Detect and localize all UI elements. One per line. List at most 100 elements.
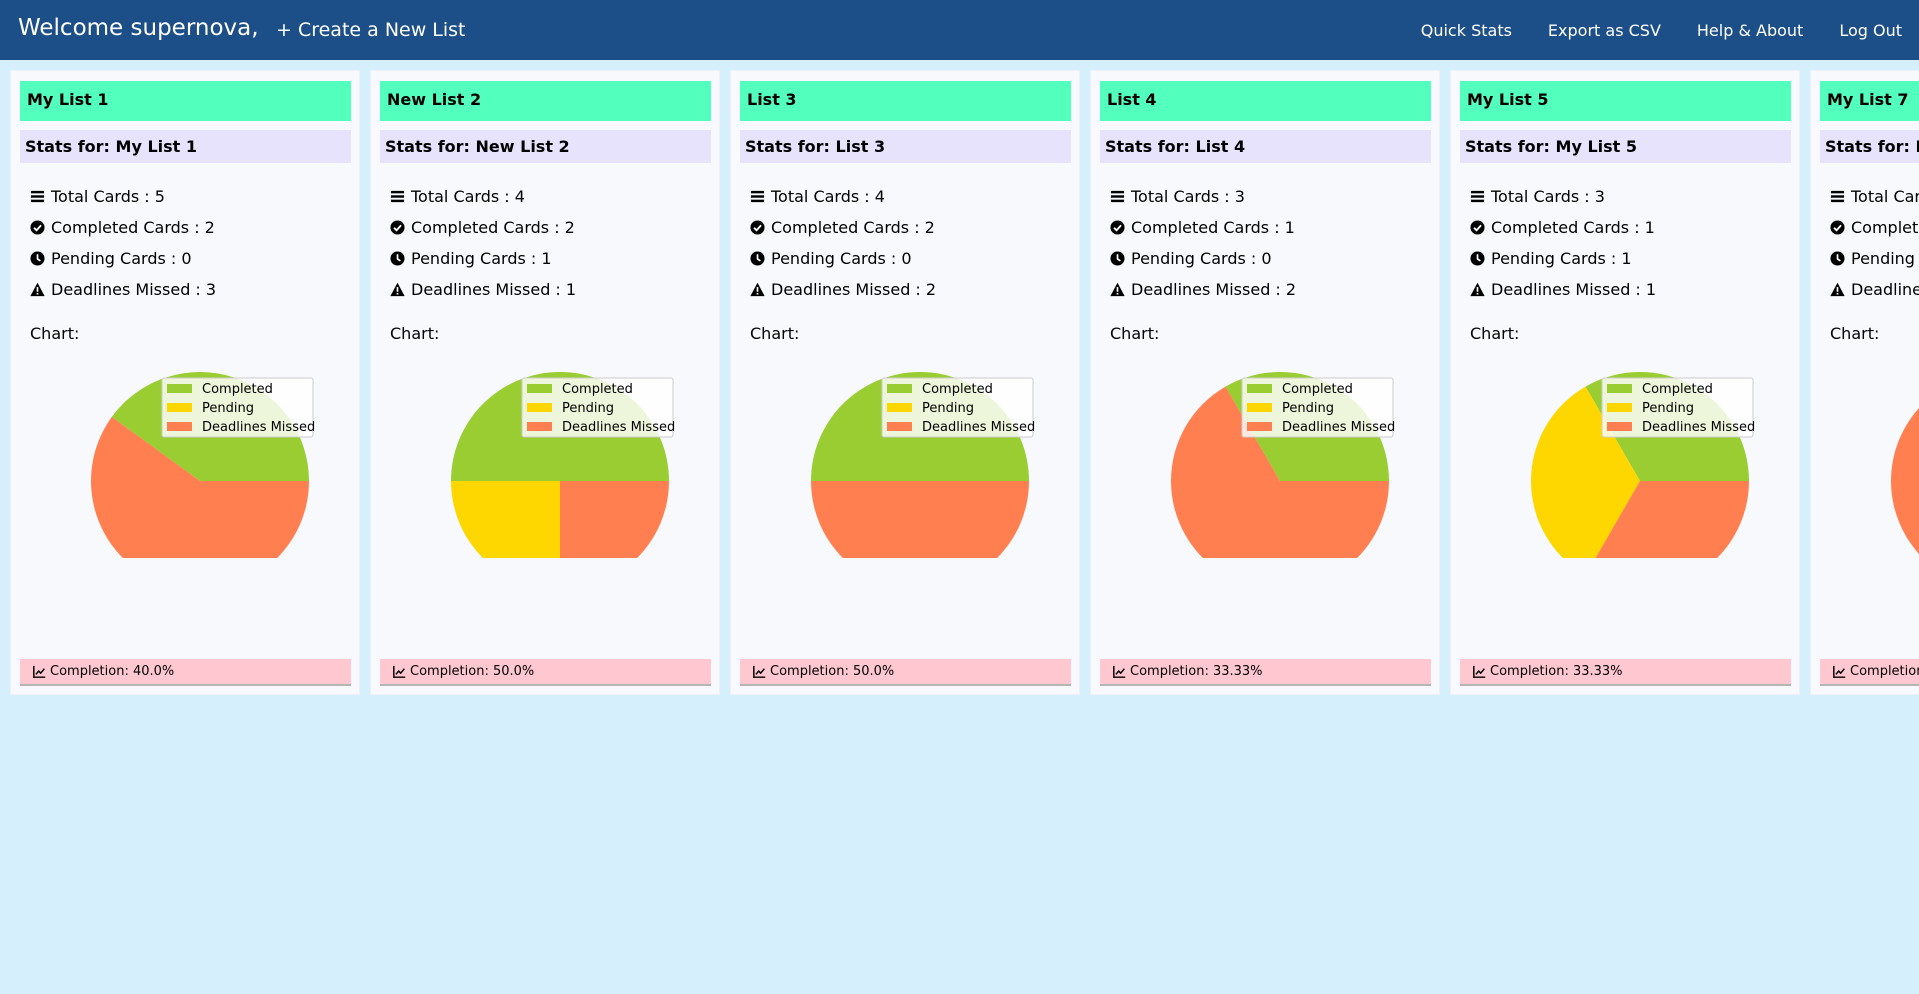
completed-cards-text: Completed Cards : 2: [771, 218, 935, 237]
completion-bar: Completion: 50.0%: [380, 659, 711, 686]
completion-bar: Completion: 33.33%: [1100, 659, 1431, 686]
legend-label-missed: Deadlines Missed: [202, 420, 315, 435]
export-csv-link[interactable]: Export as CSV: [1548, 21, 1661, 40]
deadlines-missed-text: Deadlines Missed : 1: [411, 280, 577, 299]
total-cards-text: Total Cards : 3: [1491, 187, 1605, 206]
list-title[interactable]: List 3: [740, 81, 1071, 121]
list-card-4: List 4 Stats for: List 4 Total Cards : 3…: [1090, 70, 1440, 695]
chart-label: Chart:: [1110, 324, 1160, 343]
legend-swatch-completed: [887, 384, 912, 393]
pending-cards-row: Pending Cards : 0: [30, 249, 192, 268]
chart-legend: Completed Pending Deadlines Missed: [161, 377, 315, 438]
list-card-5: My List 5 Stats for: My List 5 Total Car…: [1450, 70, 1800, 695]
legend-swatch-pending: [887, 403, 912, 412]
legend-label-pending: Pending: [562, 401, 614, 416]
check-circle-icon: [1830, 220, 1845, 235]
legend-label-pending: Pending: [1642, 401, 1694, 416]
pie-chart-svg: Completed Pending Deadlines Missed: [451, 372, 675, 590]
total-cards-row: Total Cards : 3: [1470, 187, 1605, 206]
deadlines-missed-row: Deadlines Missed : 1: [1470, 280, 1656, 299]
pie-chart-svg: Completed Pending Deadlines Missed: [1171, 372, 1395, 590]
list-icon: [750, 190, 765, 203]
pie-chart-svg: Completed Pending Deadlines Missed: [1531, 372, 1755, 590]
log-out-link[interactable]: Log Out: [1839, 21, 1902, 40]
stats-heading: Stats for: New List 2: [380, 130, 711, 163]
welcome-text: Welcome supernova,: [18, 15, 259, 41]
completed-cards-row: Completed Cards : 2: [750, 218, 935, 237]
line-chart-icon: [1473, 665, 1486, 678]
list-title[interactable]: My List 7: [1820, 81, 1919, 121]
completed-cards-row: Completed Cards : 2: [30, 218, 215, 237]
completed-cards-row: Completed Cards : 1: [1110, 218, 1295, 237]
total-cards-row: Total Cards : 4: [390, 187, 525, 206]
chart-label: Chart:: [30, 324, 80, 343]
list-title[interactable]: List 4: [1100, 81, 1431, 121]
completion-bar: Completion: 50.0%: [740, 659, 1071, 686]
line-chart-icon: [393, 665, 406, 678]
pending-cards-text: Pending Cards : 0: [51, 249, 192, 268]
total-cards-row: Total Cards: [1830, 187, 1919, 206]
stats-heading: Stats for: My List 5: [1460, 130, 1791, 163]
completed-cards-text: Completed Cards: [1851, 218, 1919, 237]
stats-heading: Stats for: My List 1: [20, 130, 351, 163]
pending-cards-row: Pending Cards : 0: [1110, 249, 1272, 268]
pending-cards-text: Pending Cards: [1851, 249, 1919, 268]
warning-icon: [750, 282, 765, 297]
clock-icon: [1830, 251, 1845, 266]
total-cards-text: Total Cards : 5: [51, 187, 165, 206]
pending-cards-row: Pending Cards : 0: [750, 249, 912, 268]
deadlines-missed-text: Deadlines Missed : 1: [1491, 280, 1657, 299]
list-title[interactable]: New List 2: [380, 81, 711, 121]
clock-icon: [30, 251, 45, 266]
legend-swatch-completed: [1247, 384, 1272, 393]
deadlines-missed-text: Deadlines Missed: [1851, 280, 1919, 299]
list-icon: [1830, 190, 1845, 203]
total-cards-row: Total Cards : 4: [750, 187, 885, 206]
list-title[interactable]: My List 5: [1460, 81, 1791, 121]
legend-swatch-pending: [527, 403, 552, 412]
list-card-2: New List 2 Stats for: New List 2 Total C…: [370, 70, 720, 695]
deadlines-missed-row: Deadlines Missed : 1: [390, 280, 576, 299]
legend-label-completed: Completed: [922, 382, 993, 397]
pie-chart: CompletedPendingDeadlines Missed: [1499, 368, 1761, 590]
chart-label: Chart:: [1830, 324, 1880, 343]
legend-label-pending: Pending: [1282, 401, 1334, 416]
legend-label-missed: Deadlines Missed: [562, 420, 675, 435]
lists-board[interactable]: My List 1 Stats for: My List 1 Total Car…: [0, 60, 1919, 994]
check-circle-icon: [750, 220, 765, 235]
clock-icon: [390, 251, 405, 266]
warning-icon: [390, 282, 405, 297]
legend-label-pending: Pending: [922, 401, 974, 416]
list-title[interactable]: My List 1: [20, 81, 351, 121]
pie-slice-missed: [560, 481, 669, 590]
check-circle-icon: [1110, 220, 1125, 235]
legend-label-missed: Deadlines Missed: [1642, 420, 1755, 435]
list-icon: [1470, 190, 1485, 203]
pending-cards-row: Pending Cards : 1: [390, 249, 552, 268]
completion-text: Completion: 50.0%: [410, 664, 535, 679]
pie-chart: CompletedPendingDeadlines Missed: [1859, 368, 1919, 558]
help-about-link[interactable]: Help & About: [1697, 21, 1803, 40]
pending-cards-text: Pending Cards : 0: [771, 249, 912, 268]
pie-chart: CompletedPendingDeadlines Missed: [1139, 368, 1401, 590]
stats-heading: Stats for: My List 7: [1820, 130, 1919, 163]
chart-label: Chart:: [750, 324, 800, 343]
chart-legend: Completed Pending Deadlines Missed: [1241, 377, 1395, 438]
quick-stats-link[interactable]: Quick Stats: [1421, 21, 1512, 40]
list-card-1: My List 1 Stats for: My List 1 Total Car…: [10, 70, 360, 695]
legend-swatch-completed: [1607, 384, 1632, 393]
legend-swatch-pending: [1247, 403, 1272, 412]
legend-swatch-pending: [1607, 403, 1632, 412]
total-cards-text: Total Cards: [1851, 187, 1919, 206]
pending-cards-text: Pending Cards : 1: [411, 249, 552, 268]
pending-cards-text: Pending Cards : 1: [1491, 249, 1632, 268]
total-cards-text: Total Cards : 4: [771, 187, 885, 206]
chart-legend: Completed Pending Deadlines Missed: [1601, 377, 1755, 438]
nav-links: Quick Stats Export as CSV Help & About L…: [1421, 21, 1902, 40]
legend-swatch-missed: [1607, 422, 1632, 431]
chart-label: Chart:: [390, 324, 440, 343]
legend-swatch-pending: [167, 403, 192, 412]
create-list-link[interactable]: + Create a New List: [276, 19, 466, 41]
total-cards-text: Total Cards : 4: [411, 187, 525, 206]
legend-swatch-missed: [167, 422, 192, 431]
